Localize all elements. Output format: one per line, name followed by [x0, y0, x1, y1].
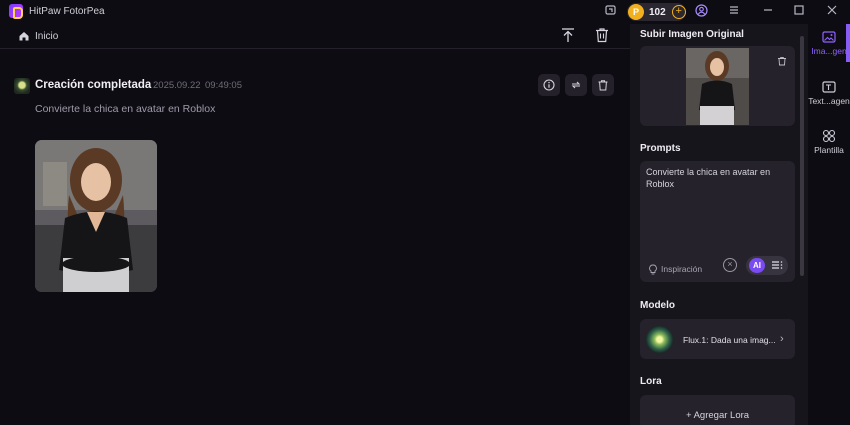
- template-icon: [822, 129, 836, 143]
- add-credits-icon[interactable]: +: [671, 5, 686, 19]
- rail-item-text-image[interactable]: Text...agen: [808, 80, 850, 106]
- regenerate-icon: [571, 81, 581, 89]
- prompt-input[interactable]: Convierte la chica en avatar en Roblox: [646, 166, 788, 190]
- clear-prompt-icon[interactable]: ×: [723, 258, 737, 272]
- coin-icon: P: [628, 4, 644, 20]
- trash-icon: [598, 80, 608, 91]
- add-lora-button[interactable]: + Agregar Lora: [640, 410, 795, 421]
- model-title: Modelo: [640, 300, 675, 311]
- delete-all-icon[interactable]: [595, 27, 611, 45]
- rail-item-image[interactable]: Ima...gen: [808, 30, 850, 56]
- upload-icon[interactable]: [561, 27, 577, 45]
- creation-date: 2025.09.22: [153, 80, 201, 91]
- top-nav: Inicio: [0, 24, 630, 49]
- remove-upload-icon[interactable]: [777, 53, 787, 71]
- lora-title: Lora: [640, 376, 662, 387]
- ai-enhance-button[interactable]: AI: [749, 258, 765, 273]
- list-icon[interactable]: [770, 258, 784, 272]
- creation-avatar: [14, 78, 30, 94]
- app-logo-icon: [9, 4, 23, 19]
- creation-time: 09:49:05: [205, 80, 242, 91]
- chevron-right-icon: ›: [780, 333, 784, 345]
- home-link[interactable]: Inicio: [35, 31, 58, 42]
- uploaded-image: [686, 48, 749, 125]
- user-account-icon[interactable]: [693, 4, 709, 21]
- credits-badge[interactable]: P 102 +: [627, 3, 686, 21]
- result-image[interactable]: [35, 140, 157, 292]
- app-title: HitPaw FotorPea: [29, 6, 105, 17]
- model-thumbnail: [646, 326, 673, 353]
- rail-item-template[interactable]: Plantilla: [808, 129, 850, 155]
- minimize-icon[interactable]: [760, 4, 776, 20]
- prompts-title: Prompts: [640, 143, 681, 154]
- home-icon[interactable]: [18, 29, 30, 47]
- maximize-icon[interactable]: [791, 4, 807, 20]
- panel-scrollbar[interactable]: [800, 36, 804, 276]
- upload-title: Subir Imagen Original: [640, 29, 744, 40]
- credits-count: 102: [649, 6, 666, 18]
- inspiration-button[interactable]: Inspiración: [661, 264, 702, 274]
- close-icon[interactable]: [824, 4, 840, 20]
- rail-label-text-image: Text...agen: [808, 96, 850, 106]
- image-icon: [822, 31, 836, 43]
- model-name: Flux.1: Dada una imag...: [683, 335, 776, 345]
- rail-label-image: Ima...gen: [811, 46, 847, 56]
- creation-prompt: Convierte la chica en avatar en Roblox: [35, 103, 216, 115]
- rail-label-template: Plantilla: [814, 145, 844, 155]
- window-switch-icon[interactable]: [603, 4, 619, 20]
- lightbulb-icon[interactable]: [648, 262, 658, 280]
- regenerate-button[interactable]: [565, 74, 587, 96]
- title-bar: HitPaw FotorPea P 102 +: [0, 0, 850, 24]
- info-button[interactable]: [538, 74, 560, 96]
- text-image-icon: [822, 81, 836, 93]
- info-icon: [543, 79, 555, 91]
- creation-status: Creación completada: [35, 79, 152, 91]
- menu-icon[interactable]: [726, 4, 742, 20]
- delete-button[interactable]: [592, 74, 614, 96]
